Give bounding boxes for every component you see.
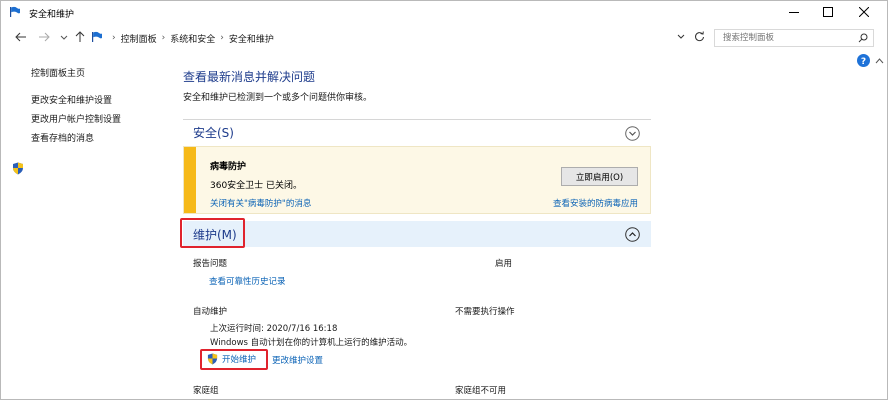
back-button[interactable] (14, 29, 28, 47)
recent-locations-button[interactable] (59, 29, 69, 47)
window-title: 安全和维护 (29, 10, 75, 20)
page-title: 查看最新消息并解决问题 (183, 70, 316, 84)
last-run-time: 上次运行时间: 2020/7/16 16:18 (210, 324, 338, 334)
search-box (714, 29, 874, 47)
sidebar-item-control-panel-home[interactable]: 控制面板主页 (31, 66, 85, 79)
start-maintenance-label: 开始维护 (222, 355, 257, 365)
sidebar: 控制面板主页 更改安全和维护设置 更改用户帐户控制设置 查看存档的消息 (1, 51, 171, 399)
uac-shield-icon (12, 162, 24, 178)
breadcrumb-control-panel[interactable]: 控制面板 (121, 32, 157, 45)
chevron-down-icon (60, 34, 68, 43)
minimize-icon (789, 7, 799, 20)
security-heading: 安全(S) (193, 126, 234, 140)
virus-protection-alert: 病毒防护 360安全卫士 已关闭。 关闭有关"病毒防护"的消息 立即启用(O) … (183, 146, 651, 214)
report-problems-label: 报告问题 (193, 259, 228, 269)
arrow-up-icon (75, 30, 85, 46)
up-button[interactable] (74, 29, 86, 47)
alert-description: 360安全卫士 已关闭。 (210, 181, 303, 191)
uac-shield-icon (207, 353, 218, 365)
refresh-icon[interactable] (694, 31, 705, 45)
homegroup-value: 家庭组不可用 (455, 386, 507, 396)
flag-icon (9, 6, 21, 21)
address-bar[interactable]: › 控制面板 › 系统和安全 › 安全和维护 (89, 29, 691, 47)
chevron-down-icon[interactable] (625, 126, 640, 144)
breadcrumb-system-security[interactable]: 系统和安全 (170, 32, 215, 45)
automatic-maintenance-value: 不需要执行操作 (455, 307, 515, 317)
automatic-maintenance-label: 自动维护 (193, 307, 228, 317)
sidebar-item-change-uac-settings[interactable]: 更改用户帐户控制设置 (31, 112, 121, 125)
breadcrumb-separator-icon[interactable]: › (220, 33, 224, 43)
sidebar-item-change-security-settings[interactable]: 更改安全和维护设置 (31, 93, 112, 106)
homegroup-label: 家庭组 (193, 386, 219, 396)
breadcrumb-separator-icon[interactable]: › (112, 33, 116, 43)
reliability-history-link[interactable]: 查看可靠性历史记录 (209, 275, 286, 287)
help-icon[interactable]: ? (857, 54, 870, 70)
security-section-header[interactable]: 安全(S) (183, 119, 651, 145)
close-icon (858, 6, 870, 20)
navigation-bar: › 控制面板 › 系统和安全 › 安全和维护 (1, 27, 887, 49)
search-input[interactable] (715, 30, 845, 46)
page-subtitle: 安全和维护已检测到一个或多个问题供你审核。 (183, 93, 373, 103)
maintenance-heading: 维护(M) (193, 227, 237, 242)
vertical-scrollbar[interactable] (875, 67, 885, 397)
main-content: 查看最新消息并解决问题 安全和维护已检测到一个或多个问题供你审核。 安全(S) … (180, 51, 653, 399)
sidebar-item-archived-messages[interactable]: 查看存档的消息 (31, 131, 94, 144)
control-panel-window: 安全和维护 › 控制面板 › 系统和安全 › 安全和维护 搜索控制面板 控制面板… (0, 0, 888, 400)
search-icon[interactable] (858, 33, 868, 46)
turn-on-now-button[interactable]: 立即启用(O) (561, 167, 638, 186)
close-button[interactable] (847, 1, 881, 25)
scroll-up-arrow-icon[interactable] (875, 57, 884, 67)
alert-title: 病毒防护 (210, 162, 247, 172)
maximize-icon (823, 6, 833, 20)
address-dropdown-icon[interactable] (677, 33, 685, 43)
arrow-right-icon (38, 32, 50, 45)
change-maintenance-settings-link[interactable]: 更改维护设置 (272, 354, 323, 366)
title-bar: 安全和维护 (1, 1, 887, 25)
chevron-up-icon[interactable] (625, 227, 640, 245)
minimize-button[interactable] (777, 1, 811, 25)
dismiss-message-link[interactable]: 关闭有关"病毒防护"的消息 (210, 197, 311, 209)
svg-text:?: ? (861, 57, 866, 67)
warning-stripe (184, 147, 196, 213)
breadcrumb-separator-icon[interactable]: › (162, 33, 166, 43)
report-problems-value: 启用 (495, 259, 513, 269)
flag-icon (91, 31, 103, 46)
maintenance-section-header[interactable]: 维护(M) (183, 221, 651, 247)
maximize-button[interactable] (811, 1, 845, 25)
start-maintenance-button[interactable]: 开始维护 (207, 351, 256, 367)
breadcrumb-security-maintenance[interactable]: 安全和维护 (229, 32, 274, 45)
forward-button[interactable] (37, 29, 51, 47)
maintenance-schedule-text: Windows 自动计划在你的计算机上运行的维护活动。 (210, 338, 413, 348)
view-antivirus-apps-link[interactable]: 查看安装的防病毒应用 (553, 197, 638, 209)
arrow-left-icon (15, 32, 27, 45)
